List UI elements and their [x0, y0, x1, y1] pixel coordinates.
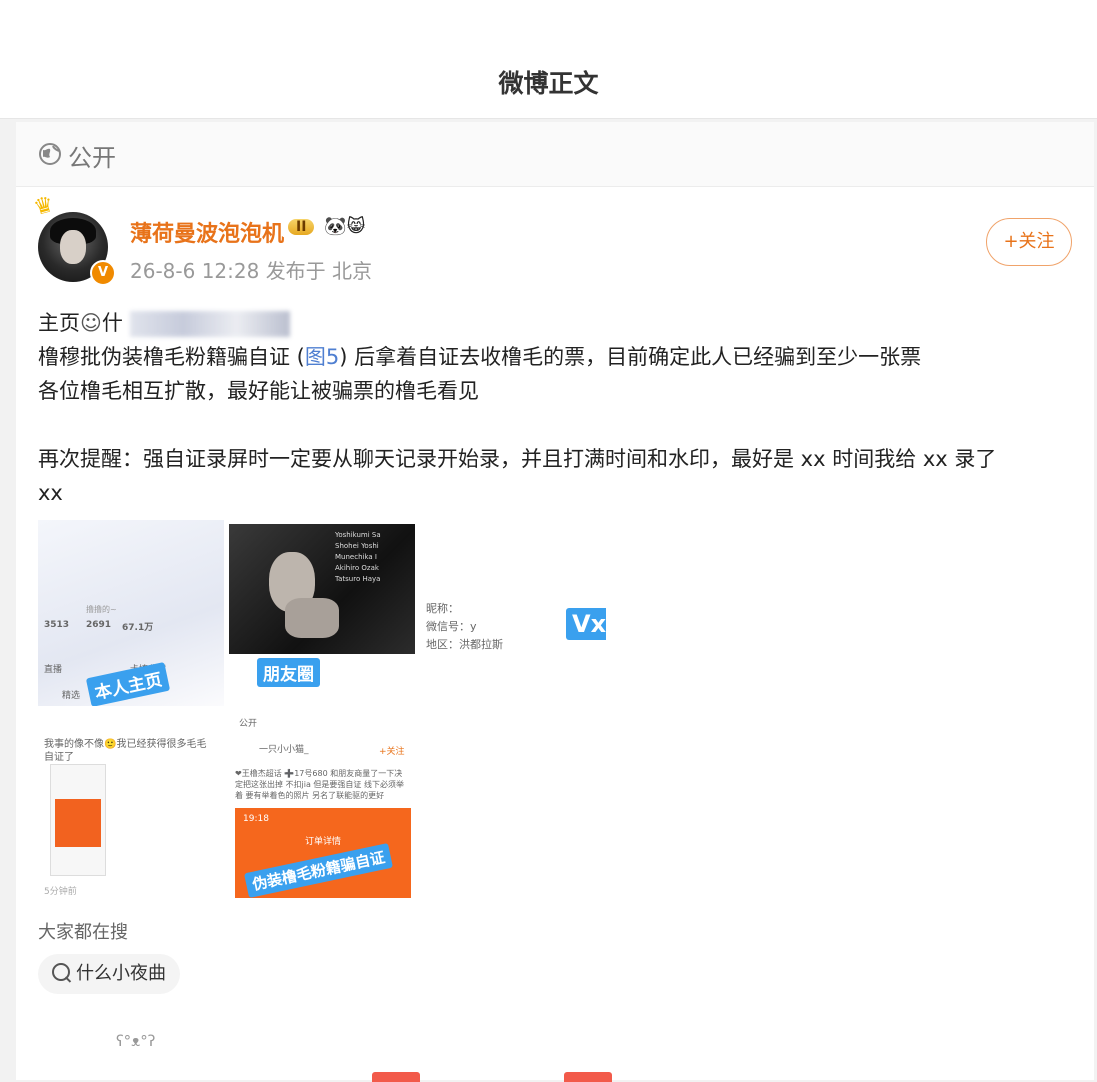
image-stamp-moments: 朋友圈 [257, 658, 320, 687]
image-tile-5[interactable]: 公开 一只小小猫_ +关注 ❤王橹杰超话 ➕17号680 和朋友商量了一下决定把… [229, 712, 415, 898]
image-tile-1[interactable]: 撸撸的~ 3513 2691 67.1万 直播 卡填收藏 精选 本人主页 [38, 520, 224, 706]
phone-screenshot [50, 764, 106, 876]
level-badge: II [288, 219, 315, 235]
text-line-5: xx [38, 481, 63, 505]
user-icon: ☺ [80, 311, 102, 335]
visibility-label: 公开 [68, 144, 116, 172]
red-tag [564, 1072, 612, 1082]
avatar[interactable]: ♛ V [31, 192, 116, 286]
globe-icon [39, 143, 61, 165]
verified-badge-icon: V [90, 260, 116, 286]
visibility-bar: 公开 [16, 122, 1094, 187]
post-meta: 26-8-6 12:28 发布于 北京 [130, 255, 372, 284]
emoji-badges: 🐼😸 [324, 216, 366, 237]
image-stamp-vx: Vx [566, 608, 606, 640]
search-icon [52, 963, 70, 981]
photo-credits: Yoshikumi Sa Shohei Yoshi Munechika I Ak… [335, 531, 381, 583]
text-line-1: 主页☺什 [38, 306, 1078, 340]
image-grid: 撸撸的~ 3513 2691 67.1万 直播 卡填收藏 精选 本人主页 Yos… [38, 520, 608, 900]
search-suggestion[interactable]: 什么小夜曲 [38, 954, 180, 994]
follow-button[interactable]: +关注 [986, 218, 1072, 266]
search-suggestion-label: 什么小夜曲 [76, 963, 166, 984]
red-tag [372, 1072, 420, 1082]
image-link[interactable]: 图5 [305, 345, 339, 369]
post-location: 发布于 北京 [265, 259, 373, 283]
portrait-photo: Yoshikumi Sa Shohei Yoshi Munechika I Ak… [229, 524, 415, 654]
username[interactable]: 薄荷曼波泡泡机 [130, 216, 284, 248]
text-line-4: 再次提醒：强自证录屏时一定要从聊天记录开始录，并且打满时间和水印，最好是 xx … [38, 447, 997, 471]
kaomoji: ʕ°ᴥ°ʔ [116, 1032, 156, 1050]
image-tile-4[interactable]: 我事的像不像🙂我已经获得很多毛毛自证了 5分钟前 [38, 712, 224, 898]
image-tile-3[interactable]: 昵称： 微信号：y 地区：洪都拉斯 Vx [420, 520, 606, 706]
text-line-2: 橹穆批伪装橹毛粉籍骗自证 (图5) 后拿着自证去收橹毛的票，目前确定此人已经骗到… [38, 345, 922, 369]
post-text: 主页☺什 橹穆批伪装橹毛粉籍骗自证 (图5) 后拿着自证去收橹毛的票，目前确定此… [38, 306, 1078, 510]
image-stamp-homepage: 本人主页 [85, 662, 171, 706]
text-line-3: 各位橹毛相互扩散，最好能让被骗票的橹毛看见 [38, 379, 479, 403]
post-timestamp: 26-8-6 12:28 [130, 259, 260, 283]
user-badges: II 🐼😸 [288, 216, 365, 237]
page-title: 微博正文 [498, 69, 599, 98]
mosaic-redaction [129, 311, 290, 337]
text-partial: 什 [101, 311, 123, 335]
post-card: 公开 ♛ V 薄荷曼波泡泡机 II 🐼😸 26-8-6 12:28 发布于 北京… [16, 122, 1094, 1082]
search-section-label: 大家都在搜 [38, 922, 128, 943]
top-bar: 微博正文 [0, 0, 1097, 119]
homepage-label: 主页 [38, 311, 80, 335]
crown-icon: ♛ [31, 191, 57, 222]
image-tile-2[interactable]: Yoshikumi Sa Shohei Yoshi Munechika I Ak… [229, 520, 415, 706]
